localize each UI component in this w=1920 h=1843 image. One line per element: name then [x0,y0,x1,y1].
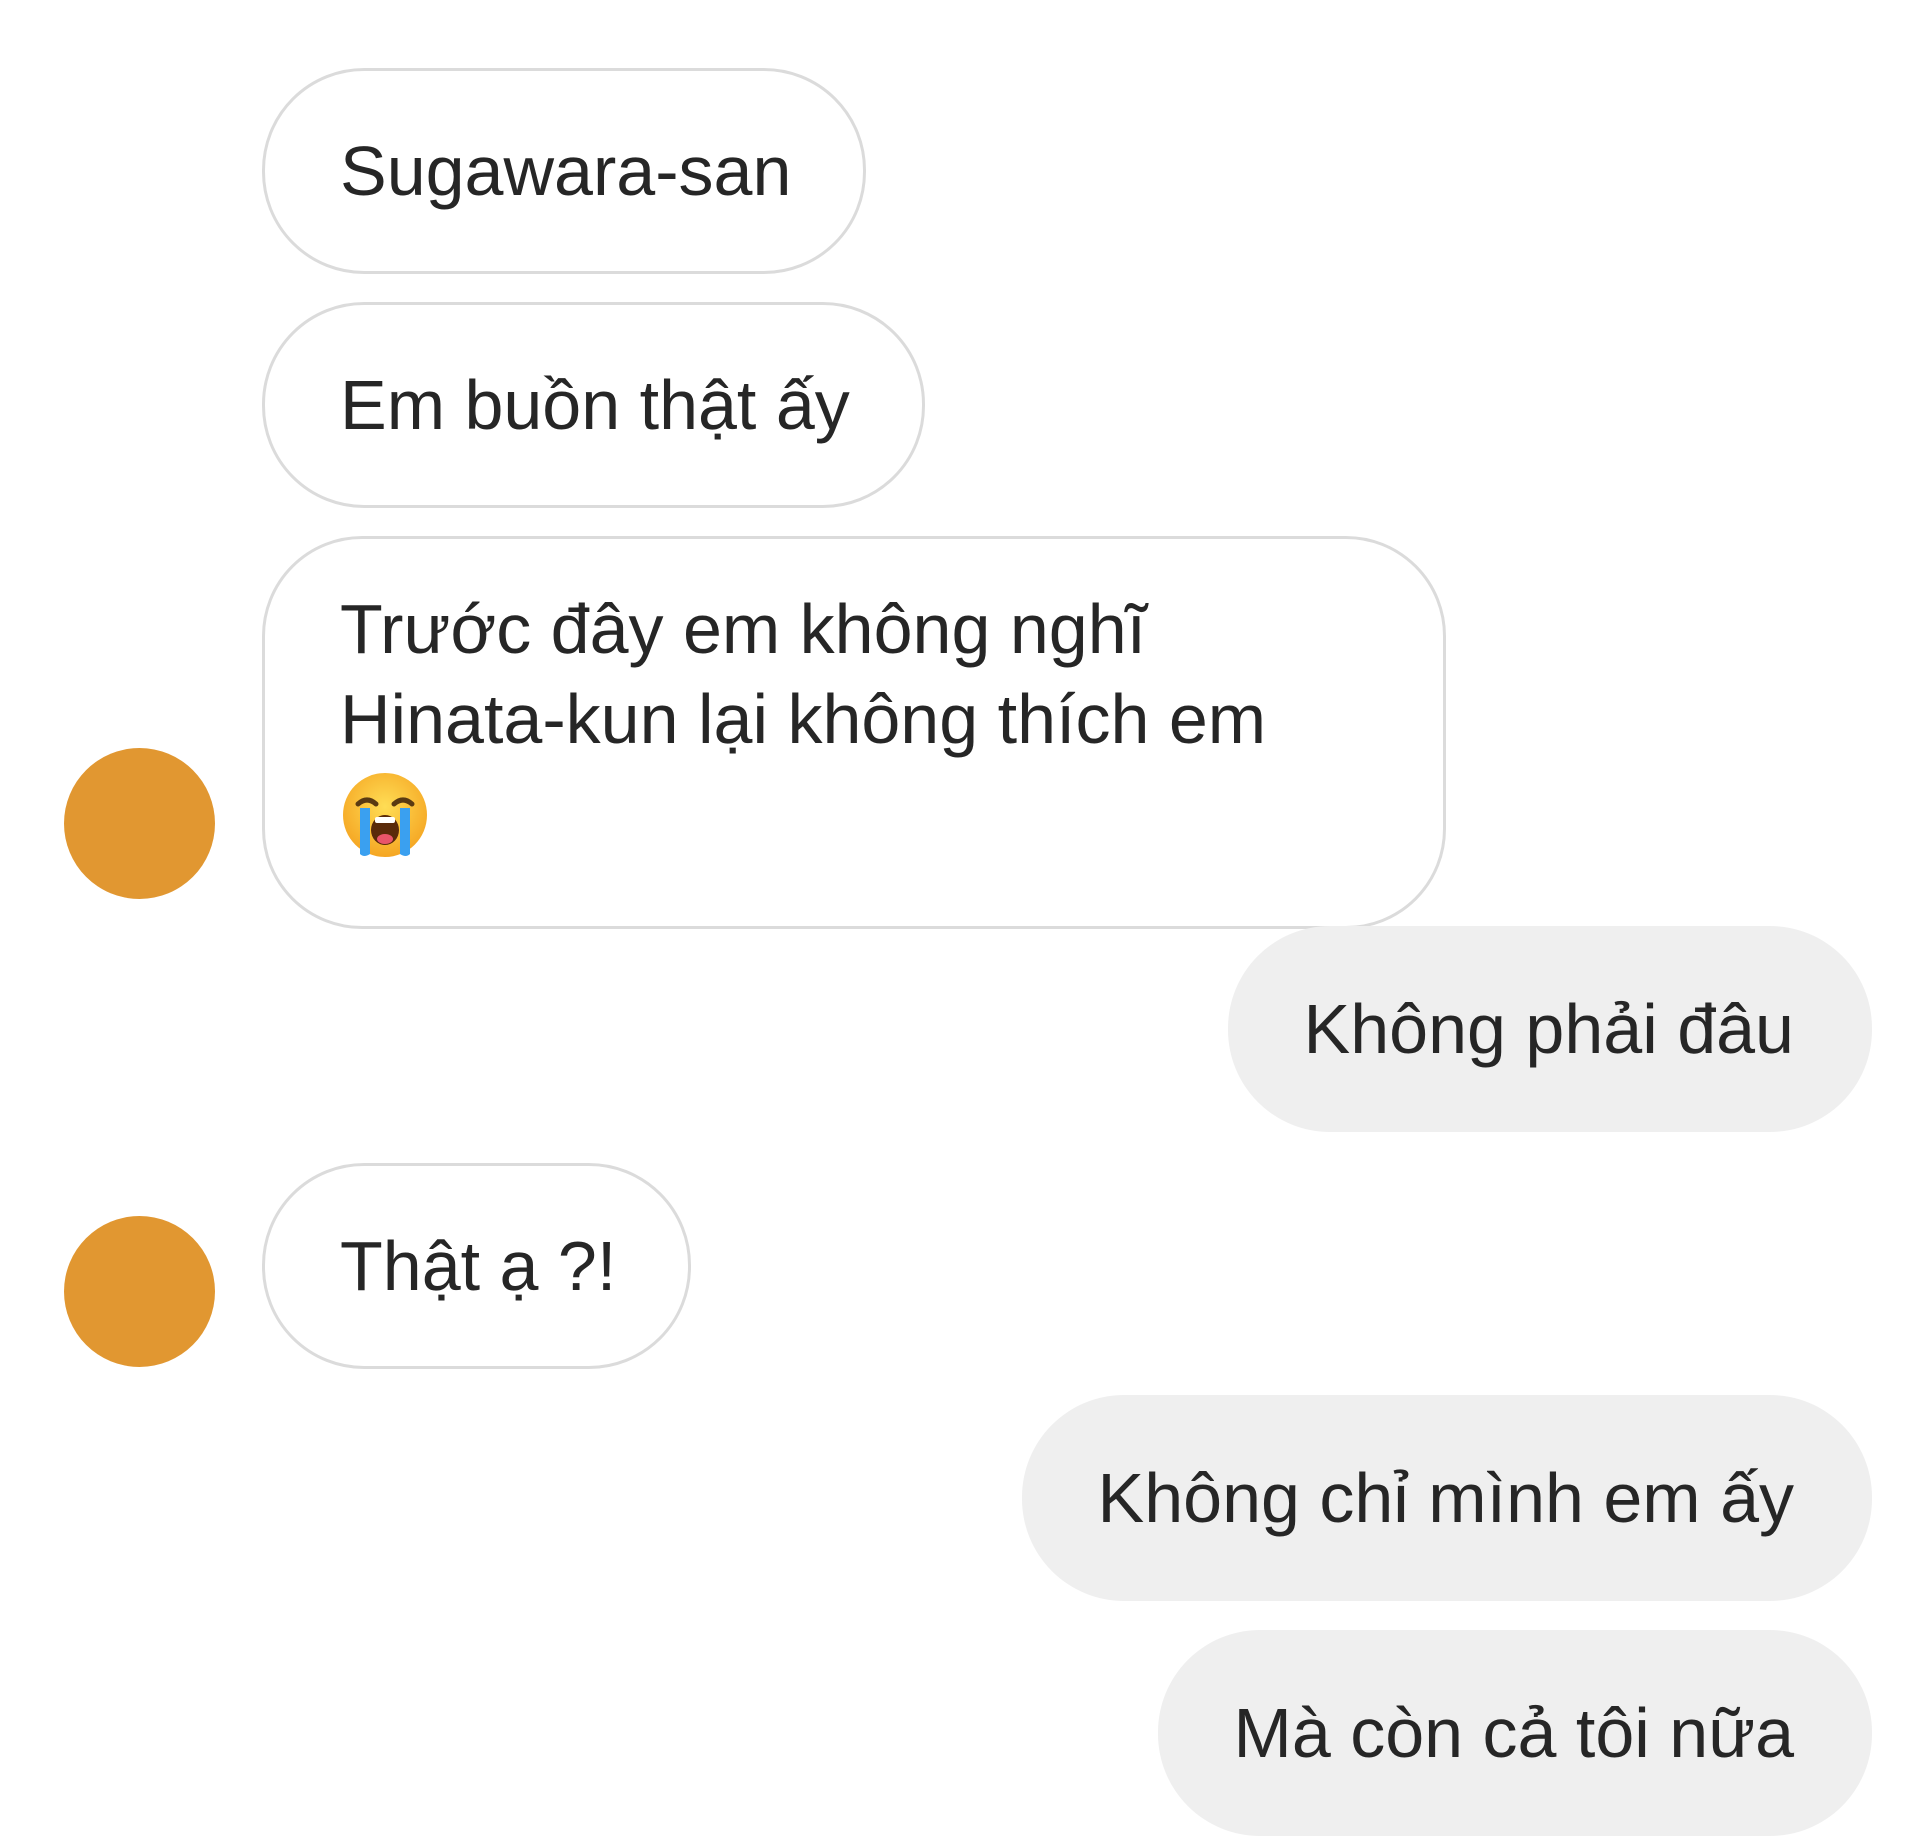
message-bubble-outgoing[interactable]: Không chỉ mình em ấy [1021,1395,1872,1601]
message-bubble-outgoing[interactable]: Mà còn cả tôi nữa [1157,1630,1872,1836]
message-text-line: Trước đây em không nghĩ [340,590,1147,668]
message-bubble-incoming[interactable]: Em buồn thật ấy [262,302,925,508]
loudly-crying-face-icon [340,770,430,860]
message-bubble-incoming[interactable]: Sugawara-san [262,68,867,274]
message-text: Không chỉ mình em ấy [1097,1459,1794,1537]
message-text-line: Hinata-kun lại không thích em [340,680,1267,758]
message-bubble-outgoing[interactable]: Không phải đâu [1227,926,1872,1132]
message-text: Không phải đâu [1303,990,1794,1068]
message-bubble-incoming[interactable]: Thật ạ ?! [262,1163,692,1369]
chat-thread: Sugawara-san Em buồn thật ấy Trước đây e… [0,0,1920,1843]
message-bubble-incoming[interactable]: Trước đây em không nghĩ Hinata-kun lại k… [262,536,1446,929]
message-text: Sugawara-san [340,132,792,210]
avatar[interactable] [64,1216,215,1367]
message-text: Mà còn cả tôi nữa [1233,1694,1794,1772]
message-text: Thật ạ ?! [340,1227,617,1305]
message-text: Em buồn thật ấy [340,366,850,444]
avatar[interactable] [64,748,215,899]
